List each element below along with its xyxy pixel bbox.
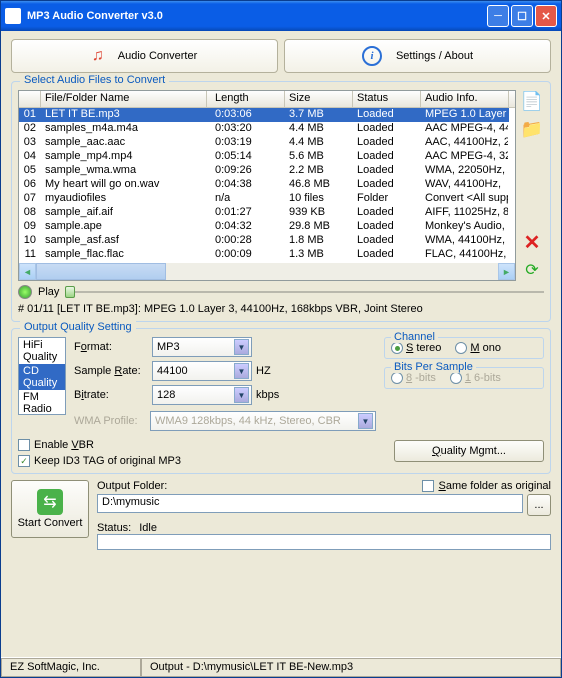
play-icon[interactable] [18,285,32,299]
output-path-cell: Output - D:\mymusic\LET IT BE-New.mp3 [141,658,561,677]
close-button[interactable]: ✕ [535,5,557,27]
preset-item[interactable]: FM Radio Quality [19,390,65,415]
table-row[interactable]: 03sample_aac.aac0:03:194.4 MBLoadedAAC, … [19,136,515,150]
wma-combo: WMA9 128kbps, 44 kHz, Stereo, CBR▼ [150,411,376,431]
samplerate-combo[interactable]: 44100▼ [152,361,252,381]
play-label: Play [38,286,59,298]
titlebar: MP3 Audio Converter v3.0 ─ ☐ ✕ [1,1,561,31]
wma-label: WMA Profile: [74,415,144,427]
8bit-radio: 8-bits [391,372,436,384]
table-row[interactable]: 06My heart will go on.wav0:04:3846.8 MBL… [19,178,515,192]
info-icon: i [362,46,382,66]
files-group: Select Audio Files to Convert File/Folde… [11,81,551,322]
preset-list[interactable]: HiFi QualityCD QualityFM Radio QualityAM… [18,337,66,415]
app-window: MP3 Audio Converter v3.0 ─ ☐ ✕ ♫ Audio C… [0,0,562,678]
format-label: Format: [74,341,148,353]
files-group-title: Select Audio Files to Convert [20,74,169,86]
settings-about-button[interactable]: i Settings / About [284,39,551,73]
company-cell: EZ SoftMagic, Inc. [1,658,141,677]
maximize-button[interactable]: ☐ [511,5,533,27]
samplerate-label: Sample Rate: [74,365,148,377]
stereo-radio[interactable]: Stereo [391,342,441,354]
output-folder-input[interactable]: D:\mymusic [97,494,523,513]
file-grid[interactable]: File/Folder Name Length Size Status Audi… [18,90,516,281]
file-info-status: # 01/11 [LET IT BE.mp3]: MPEG 1.0 Layer … [18,303,544,315]
bitrate-label: Bitrate: [74,389,148,401]
output-folder-label: Output Folder: [97,480,181,492]
quality-group-title: Output Quality Setting [20,321,136,333]
settings-about-label: Settings / About [396,50,473,62]
table-row[interactable]: 04sample_mp4.mp40:05:145.6 MBLoadedAAC M… [19,150,515,164]
browse-folder-button[interactable]: ... [527,494,551,516]
bps-group: Bits Per Sample 8-bits 16-bits [384,367,544,389]
audio-converter-label: Audio Converter [118,50,198,62]
same-folder-checkbox[interactable]: Same folder as original [422,480,551,492]
preset-item[interactable]: HiFi Quality [19,338,65,364]
table-row[interactable]: 11sample_flac.flac0:00:091.3 MBLoadedFLA… [19,248,515,262]
convert-icon: ⇆ [37,489,63,515]
format-combo[interactable]: MP3▼ [152,337,252,357]
table-row[interactable]: 05sample_wma.wma0:09:262.2 MBLoadedWMA, … [19,164,515,178]
status-value: Idle [139,522,157,534]
table-row[interactable]: 02samples_m4a.m4a0:03:204.4 MBLoadedAAC … [19,122,515,136]
table-row[interactable]: 08sample_aif.aif0:01:27939 KBLoadedAIFF,… [19,206,515,220]
status-label: Status: [97,522,131,534]
table-row[interactable]: 01LET IT BE.mp30:03:063.7 MBLoadedMPEG 1… [19,108,515,122]
16bit-radio: 16-bits [450,372,501,384]
add-folder-button[interactable]: 📁 [521,118,543,140]
app-icon [5,8,21,24]
add-file-button[interactable]: 📄 [521,90,543,112]
remove-button[interactable]: ✕ [521,231,543,253]
channel-group: Channel Stereo Mono [384,337,544,359]
window-title: MP3 Audio Converter v3.0 [27,10,487,22]
scroll-left-button[interactable]: ◄ [19,263,36,280]
bitrate-combo[interactable]: 128▼ [152,385,252,405]
keep-id3-checkbox[interactable]: ✓Keep ID3 TAG of original MP3 [18,455,394,467]
minimize-button[interactable]: ─ [487,5,509,27]
grid-header: File/Folder Name Length Size Status Audi… [19,91,515,108]
table-row[interactable]: 09sample.ape0:04:3229.8 MBLoadedMonkey's… [19,220,515,234]
refresh-button[interactable]: ⟳ [521,259,543,281]
play-slider[interactable] [65,291,544,293]
table-row[interactable]: 10sample_asf.asf0:00:281.8 MBLoadedWMA, … [19,234,515,248]
scroll-thumb[interactable] [36,263,166,280]
quality-group: Output Quality Setting HiFi QualityCD Qu… [11,328,551,474]
preset-item[interactable]: CD Quality [19,364,65,390]
mono-radio[interactable]: Mono [455,342,501,354]
quality-mgmt-button[interactable]: Quality Mgmt... [394,440,544,462]
progress-bar [97,534,551,550]
start-convert-button[interactable]: ⇆ Start Convert [11,480,89,538]
scroll-right-button[interactable]: ► [498,263,515,280]
h-scrollbar[interactable]: ◄ ► [19,263,515,280]
audio-converter-button[interactable]: ♫ Audio Converter [11,39,278,73]
statusbar: EZ SoftMagic, Inc. Output - D:\mymusic\L… [1,657,561,677]
enable-vbr-checkbox[interactable]: Enable VBR [18,439,394,451]
music-icon: ♫ [92,47,104,65]
table-row[interactable]: 07myaudiofilesn/a10 filesFolderConvert <… [19,192,515,206]
